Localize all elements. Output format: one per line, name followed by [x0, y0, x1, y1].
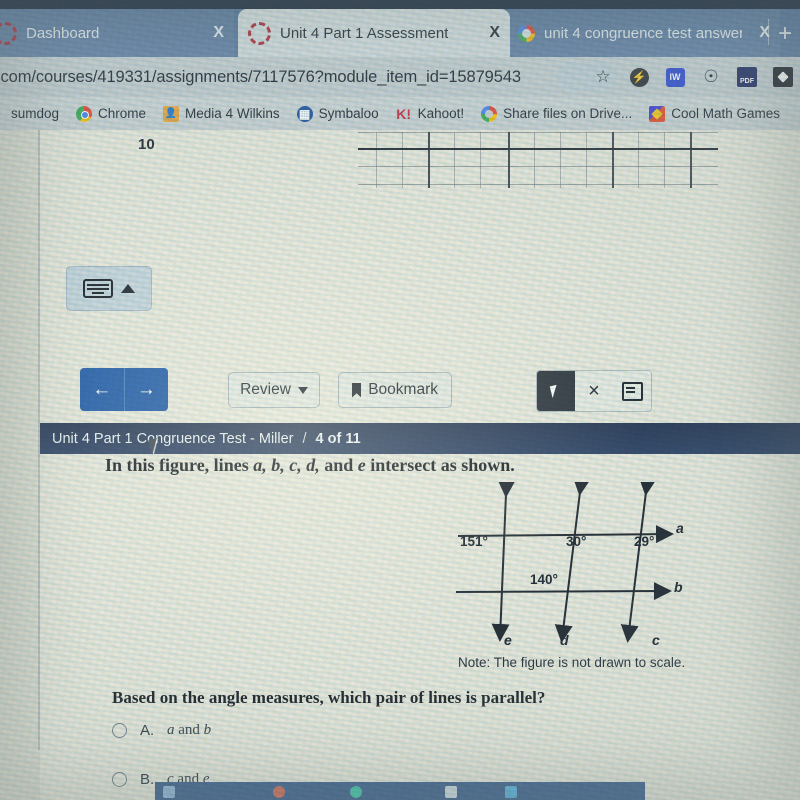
bookmark-label: Share files on Drive... — [503, 106, 633, 121]
figure-scale-note: Note: The figure is not drawn to scale. — [458, 655, 686, 670]
angle-label-29: 29° — [634, 534, 655, 549]
bookmark-label: Bookmark — [368, 381, 438, 398]
question-nav-buttons: ← → — [80, 368, 168, 411]
page-left-gutter — [0, 130, 40, 800]
browser-tab-assessment[interactable]: Unit 4 Part 1 Assessment X — [238, 9, 510, 57]
kahoot-icon: K! — [396, 105, 412, 122]
geometry-figure: 151° 30° 29° 140° a b e d c — [452, 477, 714, 652]
bookmark-label: Media 4 Wilkins — [185, 106, 280, 121]
notes-tool-button[interactable] — [613, 371, 651, 411]
browser-tab-dashboard[interactable]: Dashboard X — [0, 9, 234, 57]
assessment-progress: 4 of 11 — [315, 430, 361, 447]
note-icon — [621, 381, 643, 401]
chevron-down-icon — [297, 386, 308, 394]
onscreen-keyboard-button[interactable] — [66, 266, 152, 311]
bookmark-media-4-wilkins[interactable]: 👤 Media 4 Wilkins — [156, 104, 287, 124]
bookmark-label: Kahoot! — [417, 106, 465, 121]
radio-button[interactable] — [112, 723, 127, 738]
bookmark-share-files-on-drive[interactable]: Share files on Drive... — [474, 104, 639, 124]
browser-tab-search[interactable]: unit 4 congruence test answers - X — [508, 9, 780, 57]
coolmath-icon — [649, 105, 666, 122]
angle-label-30: 30° — [566, 534, 587, 549]
eliminate-tool-button[interactable]: × — [575, 371, 613, 411]
bookmark-sumdog[interactable]: sumdog — [0, 104, 66, 124]
bookmark-label: Symbaloo — [318, 106, 379, 121]
tab-divider — [768, 19, 769, 45]
close-icon[interactable]: X — [205, 24, 224, 42]
google-icon — [481, 105, 498, 122]
star-icon[interactable]: ☆ — [592, 66, 614, 88]
stem-line-list: a, b, c, d, — [253, 455, 320, 475]
os-taskbar[interactable] — [155, 782, 645, 800]
assessment-title: Unit 4 Part 1 Congruence Test - Miller — [52, 430, 294, 447]
line-label-d: d — [560, 632, 569, 648]
close-icon: × — [588, 380, 600, 402]
choice-text: a and b — [167, 722, 212, 738]
chrome-icon — [76, 105, 93, 122]
choice-letter: A. — [140, 722, 155, 739]
canvas-icon — [0, 21, 17, 45]
media-icon: 👤 — [163, 105, 180, 122]
stem-line-e: e — [357, 455, 366, 475]
choice-letter: B. — [140, 771, 155, 788]
stem-mid: and — [319, 455, 358, 475]
assessment-page: 10 ← → Review Bookmark × Unit 4 Part 1 C… — [0, 130, 800, 800]
sumdog-icon — [0, 106, 5, 122]
bookmark-kahoot[interactable]: K! Kahoot! — [389, 104, 472, 124]
browser-tab-strip: Dashboard X Unit 4 Part 1 Assessment X u… — [0, 0, 800, 57]
help-icon[interactable]: ☉ — [700, 66, 722, 88]
google-icon — [518, 24, 535, 42]
line-label-c: c — [652, 632, 660, 648]
angle-label-151: 151° — [460, 534, 488, 549]
tab-title: unit 4 congruence test answers - — [544, 24, 743, 42]
angle-label-140: 140° — [530, 572, 558, 587]
symbaloo-icon: ▦ — [296, 105, 313, 122]
extension-dark-icon: ⚡ — [629, 67, 649, 87]
answer-choice-a[interactable]: A. a and b — [112, 722, 211, 739]
bookmark-cool-math-games[interactable]: Cool Math Games — [642, 104, 787, 124]
review-label: Review — [240, 381, 291, 398]
pointer-icon — [549, 383, 563, 399]
radio-button[interactable] — [112, 772, 127, 787]
pointer-tool-button[interactable] — [537, 371, 575, 411]
bookmark-button[interactable]: Bookmark — [338, 372, 452, 408]
annotation-tool-group: × — [536, 370, 652, 412]
close-icon[interactable]: X — [481, 24, 500, 42]
review-button[interactable]: Review — [228, 372, 320, 408]
assessment-separator: / — [302, 430, 307, 447]
keyboard-icon — [83, 279, 113, 298]
stem-suffix: intersect as shown. — [365, 455, 515, 475]
question-prompt: Based on the angle measures, which pair … — [112, 688, 546, 707]
line-label-e: e — [504, 632, 512, 648]
grid-axis-label: 10 — [136, 136, 157, 153]
diamond-icon — [773, 67, 793, 87]
line-label-a: a — [676, 520, 684, 536]
bookmark-flag-icon — [352, 382, 362, 398]
extension-puzzle-icon: IW — [665, 67, 685, 87]
url-text: .com/courses/419331/assignments/7117576?… — [0, 67, 521, 86]
tab-title: Unit 4 Part 1 Assessment — [280, 24, 449, 42]
line-label-b: b — [674, 579, 683, 595]
stem-prefix: In this figure, lines — [105, 455, 254, 475]
omnibox-actions: ☆ ⚡ IW ☉ PDF — [592, 57, 794, 97]
caret-up-icon — [121, 284, 135, 293]
bookmark-label: sumdog — [11, 106, 60, 121]
forward-button[interactable]: → — [123, 368, 168, 411]
tab-title: Dashboard — [26, 24, 100, 42]
back-button[interactable]: ← — [80, 368, 124, 411]
question-stem: In this figure, lines a, b, c, d, and e … — [105, 455, 515, 476]
bookmark-label: Cool Math Games — [671, 106, 781, 121]
bookmark-label: Chrome — [98, 106, 147, 121]
omnibox[interactable]: .com/courses/419331/assignments/7117576?… — [0, 57, 800, 97]
bookmark-chrome[interactable]: Chrome — [69, 104, 153, 124]
canvas-icon — [248, 21, 271, 45]
new-tab-button[interactable]: + — [778, 22, 792, 46]
coordinate-grid — [358, 132, 718, 188]
pdf-icon: PDF — [737, 67, 757, 87]
laptop-screen-photo: Dashboard X Unit 4 Part 1 Assessment X u… — [0, 0, 800, 800]
bookmark-symbaloo[interactable]: ▦ Symbaloo — [290, 104, 386, 124]
figure-svg — [455, 477, 674, 643]
bookmarks-bar: sumdog Chrome 👤 Media 4 Wilkins ▦ Symbal… — [0, 97, 800, 130]
